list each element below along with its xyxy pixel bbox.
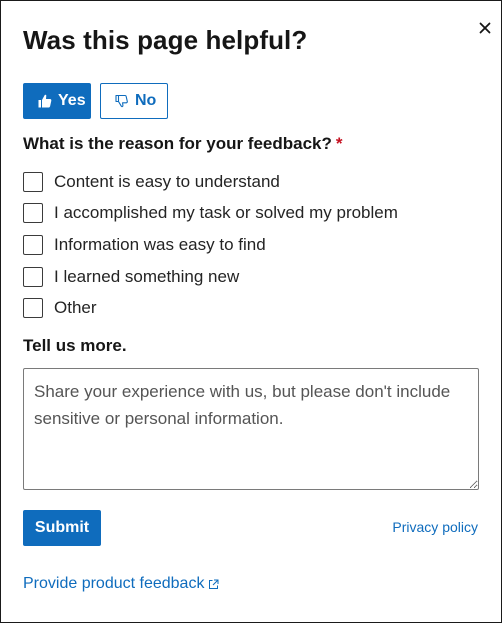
option-easy-to-understand[interactable]: Content is easy to understand (23, 166, 398, 198)
option-other[interactable]: Other (23, 292, 398, 324)
dialog-title: Was this page helpful? (23, 25, 308, 55)
checkbox[interactable] (23, 298, 43, 319)
option-label: Content is easy to understand (54, 171, 280, 191)
option-learned-something[interactable]: I learned something new (23, 261, 398, 293)
close-icon (479, 22, 491, 34)
privacy-policy-link[interactable]: Privacy policy (392, 519, 478, 535)
thumbs-down-icon (115, 94, 128, 108)
checkbox[interactable] (23, 203, 43, 224)
required-marker: * (335, 134, 343, 153)
option-easy-to-find[interactable]: Information was easy to find (23, 229, 398, 261)
checkbox[interactable] (23, 266, 43, 287)
option-accomplished-task[interactable]: I accomplished my task or solved my prob… (23, 198, 398, 230)
yes-label: Yes (58, 92, 86, 109)
product-feedback-label: Provide product feedback (23, 575, 205, 592)
yes-button[interactable]: Yes (23, 83, 91, 119)
external-link-icon (208, 579, 219, 590)
feedback-textarea[interactable] (23, 368, 479, 490)
reason-question-text: What is the reason for your feedback? (23, 134, 332, 153)
reason-options: Content is easy to understand I accompli… (23, 166, 398, 324)
tell-us-more-label: Tell us more. (23, 336, 127, 355)
reason-question: What is the reason for your feedback? * (23, 134, 343, 154)
option-label: Information was easy to find (54, 234, 266, 254)
vote-buttons: Yes No (23, 83, 168, 119)
option-label: I learned something new (54, 266, 240, 286)
close-button[interactable] (475, 18, 495, 38)
no-button[interactable]: No (100, 83, 168, 119)
option-label: I accomplished my task or solved my prob… (54, 203, 398, 223)
thumbs-up-icon (38, 94, 52, 108)
checkbox[interactable] (23, 234, 43, 255)
submit-button[interactable]: Submit (23, 510, 101, 546)
checkbox[interactable] (23, 171, 43, 192)
provide-product-feedback-link[interactable]: Provide product feedback (23, 575, 219, 593)
option-label: Other (54, 298, 97, 318)
no-label: No (135, 92, 157, 109)
feedback-dialog: Was this page helpful? Yes No What is th… (0, 0, 502, 623)
